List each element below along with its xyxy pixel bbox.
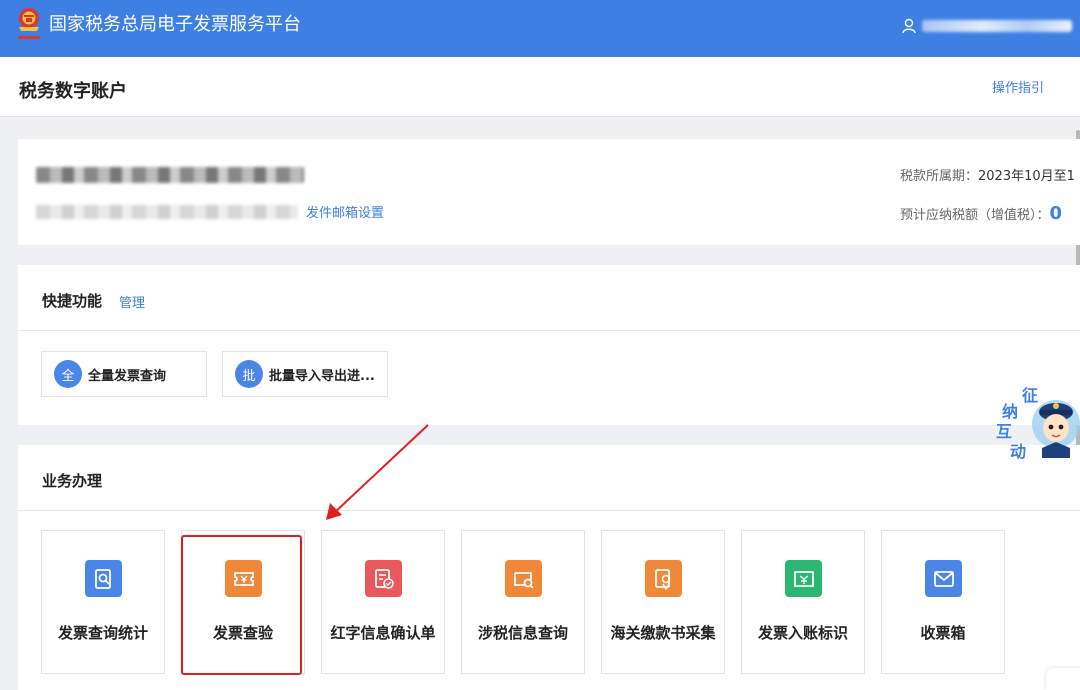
- divider: [18, 330, 1080, 331]
- tile-label: 涉税信息查询: [477, 624, 568, 642]
- tile-invoice-query-stats[interactable]: 发票查询统计: [41, 530, 165, 674]
- highlight-box: [181, 535, 302, 675]
- page-title: 税务数字账户: [19, 81, 127, 102]
- manage-link[interactable]: 管理: [119, 292, 145, 311]
- tile-invoice-inbox[interactable]: 收票箱: [881, 530, 1005, 674]
- tax-estimate-label: 预计应纳税额（增值税）：: [900, 208, 1050, 223]
- divider: [18, 510, 1080, 511]
- interactive-assistant-widget[interactable]: 征 纳 互 动: [992, 382, 1080, 462]
- tile-label: 红字信息确认单: [330, 624, 436, 642]
- assistant-char: 动: [1010, 442, 1027, 461]
- tile-label: 收票箱: [920, 624, 966, 642]
- tile-tax-info-query[interactable]: 涉税信息查询: [461, 530, 585, 674]
- tile-label: 海关缴款书采集: [610, 624, 716, 642]
- tile-label: 发票查询统计: [57, 624, 148, 642]
- quick-item-label: 批量导入导出进...: [269, 368, 375, 384]
- quick-badge: 全: [54, 360, 82, 388]
- tax-estimate-value: 0: [1049, 203, 1063, 224]
- user-icon: [902, 18, 916, 34]
- quick-functions-card: 快捷功能 管理 全 全量发票查询 批 批量导入导出进...: [18, 265, 1080, 425]
- tax-id-redacted: [36, 205, 298, 219]
- help-widget[interactable]: [1046, 668, 1080, 690]
- business-card: 业务办理 发票查询统计 发票查验 红字信息确认单 涉税信息查询 海关缴款书采集: [18, 445, 1080, 690]
- operation-guide-link[interactable]: 操作指引: [992, 77, 1044, 96]
- tile-invoice-booking[interactable]: 发票入账标识: [741, 530, 865, 674]
- top-bar: 国家税务总局电子发票服务平台: [0, 0, 1080, 57]
- tax-info-search-icon: [505, 560, 542, 597]
- tile-red-letter-confirm[interactable]: 红字信息确认单: [321, 530, 445, 674]
- user-name-redacted: [922, 20, 1072, 32]
- customs-payment-icon: [645, 560, 682, 597]
- quick-badge: 批: [235, 360, 263, 388]
- red-letter-confirm-icon: [365, 560, 402, 597]
- quick-functions-title: 快捷功能: [42, 292, 103, 310]
- tile-customs-payment[interactable]: 海关缴款书采集: [601, 530, 725, 674]
- company-name-redacted: [36, 167, 304, 183]
- tax-estimate: 预计应纳税额（增值税）：0: [900, 203, 1062, 224]
- invoice-inbox-icon: [925, 560, 962, 597]
- quick-item-label: 全量发票查询: [88, 368, 167, 384]
- quick-item-batch-import-export[interactable]: 批 批量导入导出进...: [222, 351, 388, 397]
- mailbox-settings-link[interactable]: 发件邮箱设置: [306, 202, 384, 221]
- tax-period: 税款所属期：2023年10月至1: [900, 165, 1075, 184]
- invoice-booking-icon: [785, 560, 822, 597]
- app-title: 国家税务总局电子发票服务平台: [49, 14, 301, 35]
- red-arrow-annotation: [326, 424, 429, 520]
- tax-period-label: 税款所属期：: [900, 169, 979, 184]
- quick-item-full-invoice-query[interactable]: 全 全量发票查询: [41, 351, 207, 397]
- tile-label: 发票入账标识: [757, 624, 848, 642]
- page-header: 税务数字账户 操作指引: [0, 57, 1080, 117]
- business-title: 业务办理: [42, 472, 103, 490]
- invoice-search-icon: [85, 560, 122, 597]
- tax-emblem-icon: [18, 8, 40, 39]
- assistant-char: 征: [1022, 386, 1039, 405]
- user-menu[interactable]: [902, 18, 1072, 34]
- account-info-card: 发件邮箱设置 税款所属期：2023年10月至1 预计应纳税额（增值税）：0: [18, 139, 1080, 245]
- tax-period-value: 2023年10月至1: [978, 169, 1075, 184]
